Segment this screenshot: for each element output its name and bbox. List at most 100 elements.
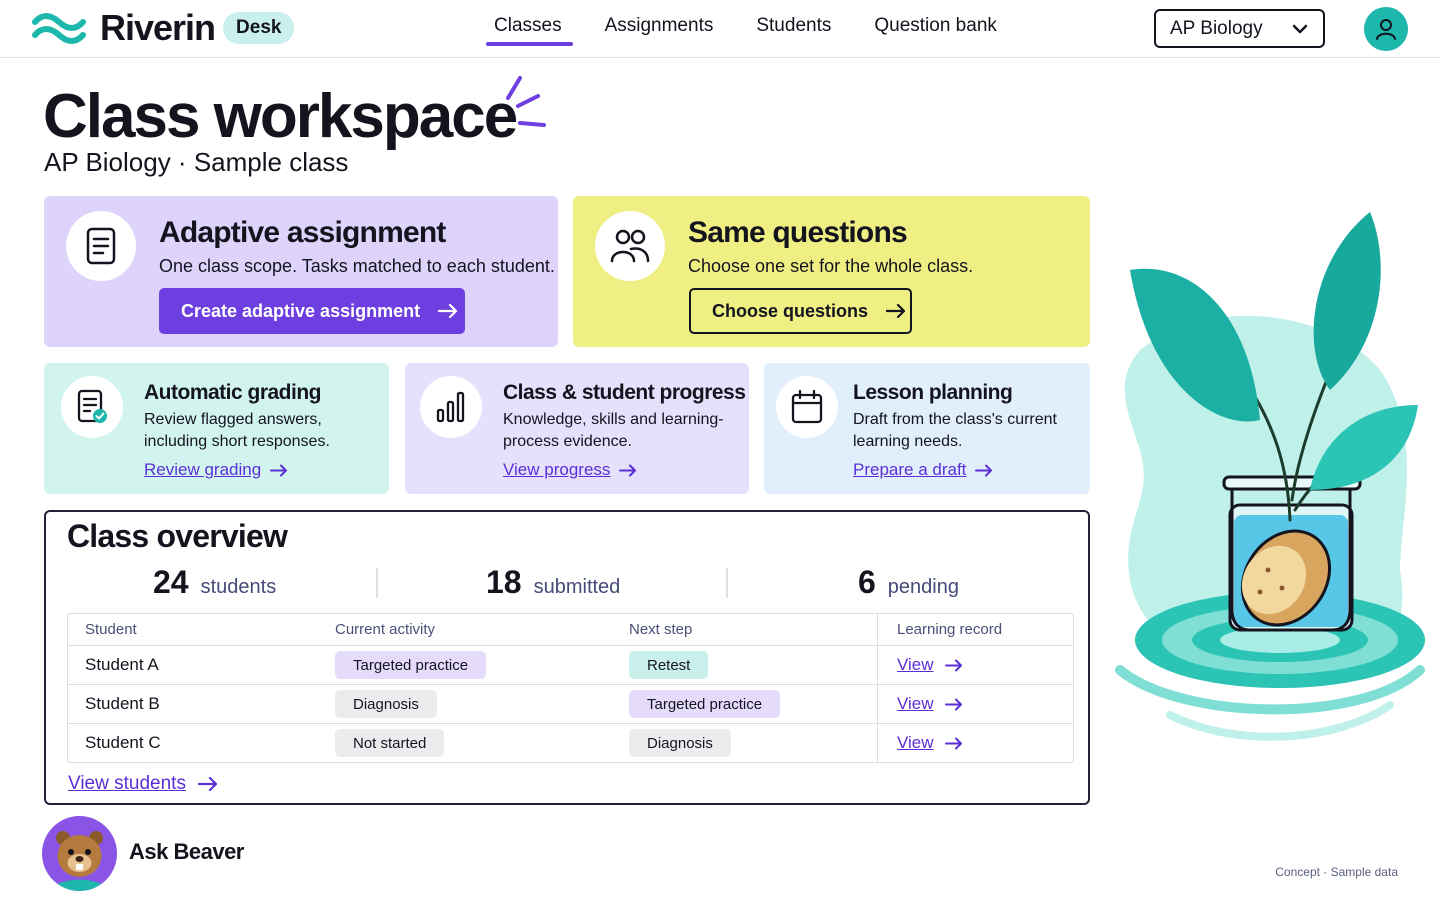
same-icon-circle xyxy=(595,211,665,281)
automatic-grading-card: Automatic grading Review flagged answers… xyxy=(44,363,389,494)
choose-questions-button[interactable]: Choose questions xyxy=(689,288,912,334)
activity-cell: Targeted practice xyxy=(335,646,487,684)
create-adaptive-assignment-button[interactable]: Create adaptive assignment xyxy=(159,288,465,334)
table-row: Student A Targeted practice Retest View xyxy=(68,646,1073,685)
activity-badge: Diagnosis xyxy=(335,690,437,718)
column-header-activity: Current activity xyxy=(335,621,436,638)
stat-pending-label: pending xyxy=(887,576,959,598)
grading-card-description: Review flagged answers, including short … xyxy=(144,411,330,450)
document-icon xyxy=(86,227,116,265)
adaptive-card-description: One class scope. Tasks matched to each s… xyxy=(159,256,555,276)
account-button[interactable] xyxy=(1364,7,1408,51)
same-questions-card: Same questions Choose one set for the wh… xyxy=(573,196,1090,347)
next-step-cell: Targeted practice xyxy=(629,685,781,723)
stat-students-label: students xyxy=(200,576,277,598)
nav-question-bank[interactable]: Question bank xyxy=(874,15,997,37)
prepare-draft-link[interactable]: Prepare a draft xyxy=(853,460,993,480)
brand-name: Riverin xyxy=(100,7,216,48)
activity-cell: Not started xyxy=(335,724,445,762)
adaptive-icon-circle xyxy=(66,211,136,281)
main-nav: Classes Assignments Students Question ba… xyxy=(486,15,1040,46)
view-record-link[interactable]: View xyxy=(897,655,963,675)
stat-students-value: 24 xyxy=(153,564,189,600)
next-step-badge: Retest xyxy=(629,651,709,679)
same-card-title: Same questions xyxy=(688,216,908,249)
ask-beaver-label[interactable]: Ask Beaver xyxy=(129,839,244,865)
progress-card-description: Knowledge, skills and learning-process e… xyxy=(503,411,724,450)
progress-card-title: Class & student progress xyxy=(503,381,746,404)
class-select-value: AP Biology xyxy=(1170,17,1263,39)
table-row: Student C Not started Diagnosis View xyxy=(68,724,1073,762)
chevron-down-icon xyxy=(1292,24,1308,34)
class-select[interactable]: AP Biology xyxy=(1154,9,1325,48)
prepare-draft-label: Prepare a draft xyxy=(853,460,967,479)
view-students-label: View students xyxy=(68,773,186,794)
view-record-label: View xyxy=(897,655,934,674)
student-name: Student B xyxy=(85,694,160,713)
calendar-icon xyxy=(791,389,823,424)
brand-logo[interactable]: Riverin Desk xyxy=(32,7,295,48)
arrow-right-icon xyxy=(270,464,288,476)
table-header-row: Student Current activity Next step Learn… xyxy=(68,614,1073,646)
students-table: Student Current activity Next step Learn… xyxy=(67,613,1074,763)
view-record-label: View xyxy=(897,733,934,752)
stat-pending-value: 6 xyxy=(858,564,876,600)
activity-badge: Targeted practice xyxy=(335,651,487,679)
student-name: Student C xyxy=(85,733,161,752)
arrow-right-icon xyxy=(197,777,218,791)
arrow-right-icon xyxy=(944,737,962,749)
stat-students: 24 students xyxy=(153,564,276,601)
class-overview-panel: Class overview 24 students 18 submitted … xyxy=(44,510,1090,805)
progress-icon-circle xyxy=(420,376,482,438)
footer-note: Concept · Sample data xyxy=(1275,865,1398,879)
stat-submitted: 18 submitted xyxy=(486,564,620,601)
stat-pending: 6 pending xyxy=(858,564,959,601)
view-record-link[interactable]: View xyxy=(897,694,963,714)
bar-chart-icon xyxy=(436,391,465,423)
class-overview-title: Class overview xyxy=(67,518,288,554)
waves-logo-icon xyxy=(32,13,86,44)
view-students-link[interactable]: View students xyxy=(68,773,218,795)
arrow-right-icon xyxy=(944,659,962,671)
page-subtitle: AP Biology · Sample class xyxy=(44,147,349,177)
stat-divider xyxy=(376,568,378,598)
grading-icon-circle xyxy=(61,376,123,438)
nav-assignments[interactable]: Assignments xyxy=(605,15,714,37)
lesson-card-description: Draft from the class's current learning … xyxy=(853,411,1057,450)
record-cell: View xyxy=(897,646,963,684)
class-progress-card: Class & student progress Knowledge, skil… xyxy=(405,363,749,494)
sparkle-icon xyxy=(506,76,546,127)
arrow-right-icon xyxy=(438,304,458,318)
column-header-learning-record: Learning record xyxy=(897,621,1003,638)
column-header-next-step: Next step xyxy=(629,621,693,638)
top-bar: Riverin Desk Classes Assignments Student… xyxy=(0,0,1440,58)
lesson-icon-circle xyxy=(776,376,838,438)
people-icon xyxy=(610,229,650,263)
student-name: Student A xyxy=(85,655,159,674)
nav-students[interactable]: Students xyxy=(756,15,831,37)
review-grading-link[interactable]: Review grading xyxy=(144,460,288,480)
stat-submitted-value: 18 xyxy=(486,564,522,600)
grading-card-title: Automatic grading xyxy=(144,381,322,404)
arrow-right-icon xyxy=(944,698,962,710)
nav-classes[interactable]: Classes xyxy=(486,15,573,46)
next-step-badge: Targeted practice xyxy=(629,690,781,718)
same-card-description: Choose one set for the whole class. xyxy=(688,256,974,276)
view-record-label: View xyxy=(897,694,934,713)
beaver-illustration xyxy=(52,831,107,891)
view-record-link[interactable]: View xyxy=(897,733,963,753)
view-progress-link[interactable]: View progress xyxy=(503,460,637,480)
stat-submitted-label: submitted xyxy=(533,576,621,598)
next-step-badge: Diagnosis xyxy=(629,729,731,757)
beaver-avatar-icon[interactable] xyxy=(42,816,117,891)
adaptive-assignment-card: Adaptive assignment One class scope. Tas… xyxy=(44,196,558,347)
brand-badge: Desk xyxy=(223,12,295,44)
record-cell: View xyxy=(897,724,963,762)
stat-divider xyxy=(726,568,728,598)
arrow-right-icon xyxy=(619,464,637,476)
lesson-card-title: Lesson planning xyxy=(853,381,1013,404)
column-header-student: Student xyxy=(85,621,137,638)
review-grading-label: Review grading xyxy=(144,460,262,479)
document-check-icon xyxy=(77,389,107,423)
next-step-cell: Diagnosis xyxy=(629,724,731,762)
